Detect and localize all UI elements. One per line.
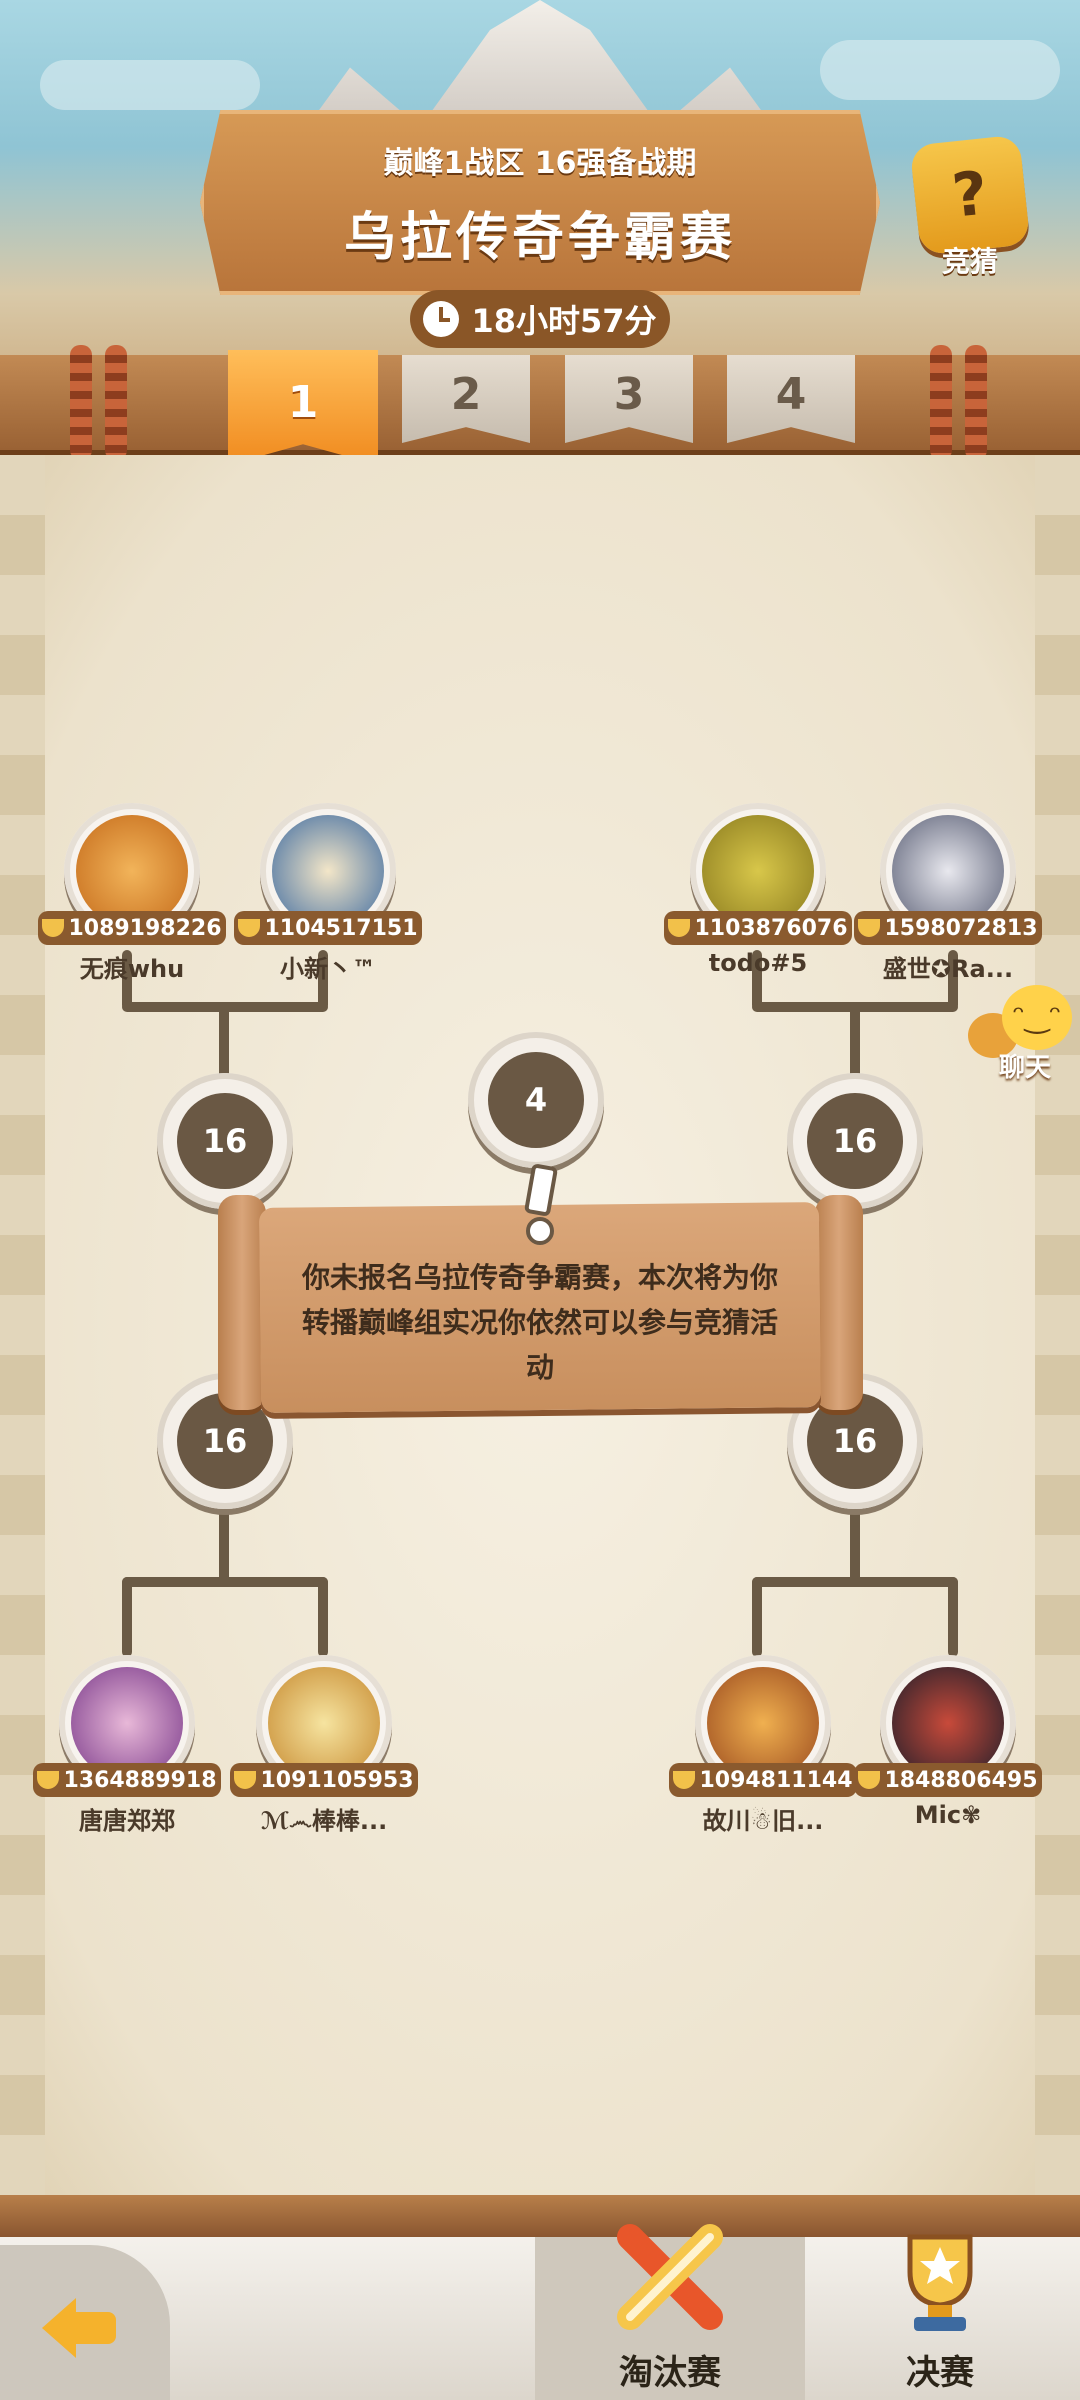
coin-icon — [37, 1771, 60, 1789]
coin-icon — [234, 1771, 257, 1789]
player-card[interactable]: 1364889918 唐唐郑郑 — [27, 1655, 227, 1845]
bracket-line — [752, 1577, 762, 1657]
scroll-end — [815, 1195, 863, 1410]
player-card[interactable]: 1598072813 盛世✪Ra... — [848, 803, 1048, 993]
chat-label: 聊天 — [998, 1053, 1051, 1083]
trophy-icon — [907, 2234, 973, 2331]
final-node[interactable]: 4 — [468, 1032, 604, 1168]
bracket-line — [122, 1577, 328, 1587]
final-label: 决赛 — [906, 2353, 974, 2393]
player-name: 小新丶™ — [280, 955, 376, 983]
bracket-line — [850, 1505, 860, 1585]
crossed-swords-icon — [617, 2224, 723, 2330]
player-score: 1091105953 — [230, 1763, 418, 1797]
rope-decoration — [105, 345, 127, 460]
coin-icon — [668, 919, 691, 937]
player-score: 1598072813 — [854, 911, 1042, 945]
player-card[interactable]: 1103876076 todo#5 — [658, 803, 858, 993]
cloud-decoration — [40, 60, 260, 110]
clock-icon — [423, 301, 460, 337]
bracket-line — [318, 1577, 328, 1657]
exclamation-icon — [522, 1165, 554, 1245]
player-card[interactable]: 1104517151 小新丶™ — [228, 803, 428, 993]
smile-icon: ᵔ‿ᵔ — [1002, 985, 1072, 1050]
player-card[interactable]: 1848806495 Mic✾ — [848, 1655, 1048, 1845]
player-name: 无痕whu — [79, 955, 185, 983]
bracket-line — [122, 1577, 132, 1657]
coin-icon — [42, 919, 65, 937]
player-card[interactable]: 1091105953 ℳ෴棒棒... — [224, 1655, 424, 1845]
tab-bar-log — [0, 355, 1080, 450]
bracket-line — [752, 1577, 958, 1587]
coin-icon — [858, 1771, 881, 1789]
question-thumb-icon: ? — [909, 134, 1031, 256]
tab-final[interactable]: 决赛 — [805, 2234, 1075, 2400]
tab-knockout[interactable]: 淘汰赛 — [535, 2224, 805, 2400]
board-edge — [1035, 455, 1080, 2195]
bracket-line — [219, 1505, 229, 1585]
guess-label: 竞猜 — [941, 245, 998, 278]
player-name: Mic✾ — [914, 1801, 982, 1829]
countdown-timer: 18小时57分 — [410, 290, 670, 348]
round-node[interactable]: 16 — [157, 1073, 293, 1209]
board-edge — [0, 455, 45, 2195]
guess-button[interactable]: ? 竞猜 — [905, 134, 1035, 280]
chat-button[interactable]: ᵔ‿ᵔ 聊天 — [960, 985, 1080, 1085]
player-card[interactable]: 1089198226 无痕whu — [32, 803, 232, 993]
player-score: 1848806495 — [854, 1763, 1042, 1797]
countdown-text: 18小时57分 — [471, 302, 657, 340]
player-card[interactable]: 1094811144 故川☃旧... — [663, 1655, 863, 1845]
player-name: 盛世✪Ra... — [882, 955, 1014, 983]
player-score: 1364889918 — [33, 1763, 221, 1797]
player-name: 故川☃旧... — [702, 1807, 824, 1835]
rope-decoration — [930, 345, 952, 460]
player-score: 1104517151 — [234, 911, 422, 945]
player-name: ℳ෴棒棒... — [260, 1807, 388, 1835]
cloud-decoration — [820, 40, 1060, 100]
notice-text: 你未报名乌拉传奇争霸赛，本次将为你转播巅峰组实况你依然可以参与竞猜活动 — [301, 1261, 778, 1384]
player-score: 1103876076 — [664, 911, 852, 945]
player-name: todo#5 — [708, 949, 808, 977]
coin-icon — [673, 1771, 696, 1789]
coin-icon — [238, 919, 261, 937]
rope-decoration — [965, 345, 987, 460]
back-arrow-icon — [42, 2298, 116, 2358]
coin-icon — [858, 919, 881, 937]
round-node[interactable]: 16 — [787, 1073, 923, 1209]
player-name: 唐唐郑郑 — [79, 1807, 175, 1835]
player-score: 1094811144 — [669, 1763, 857, 1797]
knockout-label: 淘汰赛 — [619, 2353, 721, 2393]
player-score: 1089198226 — [38, 911, 226, 945]
bracket-line — [948, 1577, 958, 1657]
rope-decoration — [70, 345, 92, 460]
